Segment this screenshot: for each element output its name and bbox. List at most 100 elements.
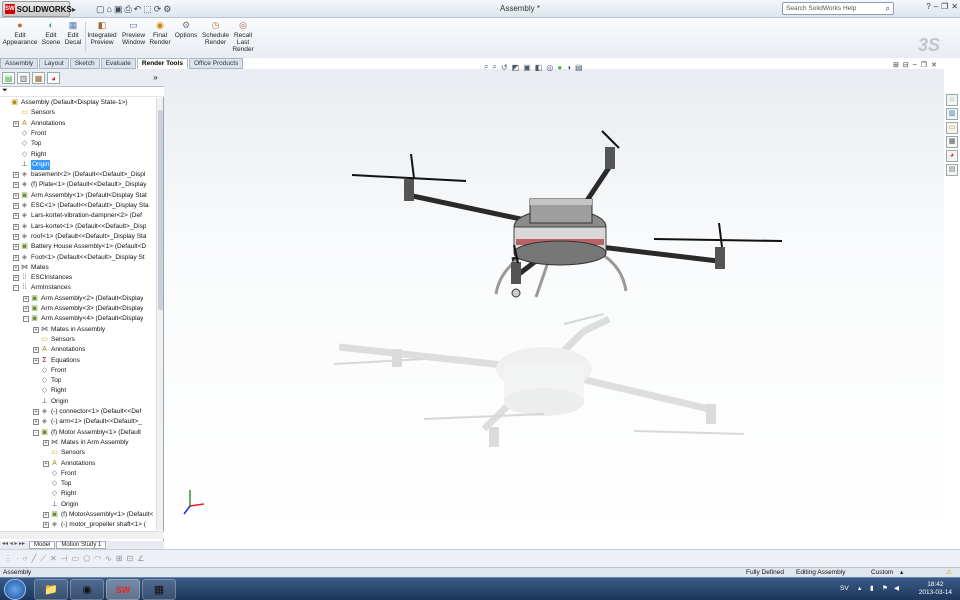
tree-node[interactable]: ▣ Assembly (Default<Display State-1>)	[3, 98, 127, 108]
expand-icon[interactable]: +	[23, 306, 29, 312]
rebuild-icon[interactable]: ⟳	[154, 4, 162, 15]
tree-node[interactable]: + ▣ Arm Assembly<3> (Default<Display	[23, 304, 143, 314]
offset-icon[interactable]: ⊡	[127, 554, 134, 563]
tree-node[interactable]: + ◈ (-) arm<1> (Default<<Default>_	[33, 417, 142, 427]
tree-node[interactable]: + ◈ (-) motor_propeller shaft<1> (	[43, 520, 146, 530]
tree-node[interactable]: ◇ Right	[33, 386, 66, 396]
close-icon[interactable]: ✕	[951, 2, 958, 14]
pane-expand-icon[interactable]: »	[149, 72, 162, 84]
tree-node[interactable]: ◇ Right	[43, 489, 76, 499]
tree-node[interactable]: + ⁞⁞ ESCInstances	[13, 273, 72, 283]
tree-node[interactable]: ⊥ Origin	[33, 397, 68, 407]
display-manager-tab-icon[interactable]: ◕	[47, 72, 60, 84]
expand-icon[interactable]: +	[13, 254, 19, 261]
expand-icon[interactable]: +	[33, 409, 39, 415]
arc-icon[interactable]: ◠	[94, 554, 101, 563]
expand-icon[interactable]: +	[13, 223, 19, 230]
tree-node[interactable]: + ◈ roof<1> (Default<<Default>_Display Sta	[13, 232, 146, 242]
expand-icon[interactable]: +	[33, 357, 39, 364]
solidworks-menu-button[interactable]: SW SOLIDWORKS	[2, 1, 72, 17]
rectangle-icon[interactable]: ▭	[72, 554, 80, 563]
final-render-button[interactable]: ◉ Final Render	[148, 20, 172, 58]
resources-tab-icon[interactable]: ⌂	[946, 94, 958, 106]
tree-node[interactable]: + ◈ (-) connector<1> (Default<<Def	[33, 407, 141, 417]
trim-icon[interactable]: ✕	[50, 554, 57, 563]
line-icon[interactable]: ╱	[32, 554, 37, 563]
edit-scene-button[interactable]: ◐ Edit Scene	[40, 20, 62, 58]
expand-icon[interactable]: +	[23, 295, 29, 302]
tray-arrow-icon[interactable]: ▴	[858, 584, 861, 592]
drone-model-render[interactable]	[164, 69, 944, 541]
tree-node[interactable]: + ⋈ Mates in Assembly	[33, 325, 105, 335]
tree-node[interactable]: + ▣ (f) MotorAssembly<1> (Default<	[43, 510, 153, 520]
tree-node[interactable]: ◇ Top	[13, 139, 42, 149]
tree-vertical-scrollbar[interactable]	[156, 98, 163, 530]
expand-icon[interactable]: +	[43, 439, 49, 446]
tree-node[interactable]: ▭ Sensors	[43, 448, 85, 458]
edit-appearance-button[interactable]: ● Edit Appearance	[2, 20, 38, 58]
tab-evaluate[interactable]: Evaluate	[100, 58, 136, 69]
expand-icon[interactable]: +	[43, 512, 49, 518]
close-doc-icon[interactable]: ✕	[931, 61, 937, 72]
apply-scene-icon[interactable]: ◑	[566, 63, 571, 72]
clock[interactable]: 18:42 2013-03-14	[919, 581, 952, 597]
tree-node[interactable]: ◇ Top	[43, 479, 72, 489]
previous-view-icon[interactable]: ↺	[501, 63, 508, 72]
zoom-to-fit-icon[interactable]: ⌕	[484, 62, 488, 72]
tab-layout[interactable]: Layout	[39, 58, 69, 69]
tree-node[interactable]: + ◈ ESC<1> (Default<<Default>_Display Sta	[13, 201, 149, 211]
expand-icon[interactable]: +	[13, 275, 19, 282]
tree-scroll-thumb[interactable]	[158, 110, 163, 310]
view-palette-tab-icon[interactable]: ▦	[946, 136, 958, 148]
new-document-icon[interactable]: ▢	[96, 4, 105, 15]
help-search-input[interactable]: Search SolidWorks Help ⌕	[782, 2, 894, 15]
feature-tree-tab-icon[interactable]: ▤	[2, 72, 15, 84]
tree-node[interactable]: ⊥ Origin	[13, 159, 51, 170]
configuration-manager-tab-icon[interactable]: ▦	[32, 72, 45, 84]
restore-doc-icon[interactable]: ❐	[921, 61, 927, 72]
tree-node[interactable]: + ◈ (f) Plate<1> (Default<<Default>_Displa…	[13, 180, 146, 190]
options-button[interactable]: ⚙ Options	[174, 20, 198, 58]
open-folder-icon[interactable]: ⌂	[107, 4, 112, 14]
view-settings-icon[interactable]: ▤	[575, 63, 583, 72]
tree-node[interactable]: + A Annotations	[13, 119, 65, 129]
appearances-tab-icon[interactable]: ◕	[946, 150, 958, 162]
language-indicator[interactable]: SV	[840, 585, 849, 592]
tree-node[interactable]: + ◈ Lars-kortet<1> (Default<<Default>_Disp	[13, 222, 146, 232]
schedule-render-button[interactable]: ◷ Schedule Render	[200, 20, 231, 58]
property-manager-tab-icon[interactable]: ▥	[17, 72, 30, 84]
expand-icon[interactable]: +	[13, 213, 19, 220]
tree-node[interactable]: ▭ Sensors	[33, 335, 75, 345]
view-orientation-icon[interactable]: ▣	[523, 63, 531, 72]
tree-horizontal-scrollbar[interactable]	[0, 531, 164, 539]
flag-icon[interactable]: ⚑	[882, 584, 888, 592]
spline-icon[interactable]: ∿	[105, 554, 112, 563]
design-library-tab-icon[interactable]: ▥	[946, 108, 958, 120]
recall-last-render-button[interactable]: ◎ Recall Last Render	[231, 20, 255, 58]
collapse-icon[interactable]: -	[13, 285, 19, 292]
tree-node[interactable]: + ⋈ Mates	[13, 263, 49, 273]
zoom-to-area-icon[interactable]: ⌕	[492, 62, 496, 72]
mirror-icon[interactable]: ⊞	[116, 554, 123, 563]
save-icon[interactable]: ▣	[114, 4, 123, 15]
tree-node[interactable]: ◇ Front	[13, 129, 46, 139]
tree-node[interactable]: + ◈ Lars-kortet-vibration-dampner<2> (Def	[13, 211, 142, 221]
tab-assembly[interactable]: Assembly	[0, 58, 39, 69]
collapse-icon[interactable]: -	[33, 429, 39, 436]
tab-office-products[interactable]: Office Products	[188, 58, 244, 69]
expand-icon[interactable]: +	[13, 264, 19, 271]
expand-icon[interactable]: +	[13, 203, 19, 209]
preview-window-button[interactable]: ▭ Preview Window	[119, 20, 148, 58]
tree-node[interactable]: ◇ Top	[33, 376, 62, 386]
expand-icon[interactable]: +	[13, 172, 19, 179]
tree-node[interactable]: ◇ Right	[13, 150, 46, 160]
tree-node[interactable]: - ▣ (f) Motor Assembly<1> (Default	[33, 428, 141, 438]
units-dropdown-icon[interactable]: ▴	[900, 568, 903, 577]
tree-node[interactable]: ◇ Front	[43, 469, 76, 479]
status-units[interactable]: Custom	[871, 568, 893, 577]
hide-show-items-icon[interactable]: ◎	[546, 63, 553, 72]
tree-node[interactable]: + ⋈ Mates in Arm Assembly	[43, 438, 129, 448]
minimize-icon[interactable]: –	[934, 2, 938, 14]
circle-icon[interactable]: ○	[23, 554, 28, 563]
tree-node[interactable]: + A Annotations	[43, 459, 95, 469]
